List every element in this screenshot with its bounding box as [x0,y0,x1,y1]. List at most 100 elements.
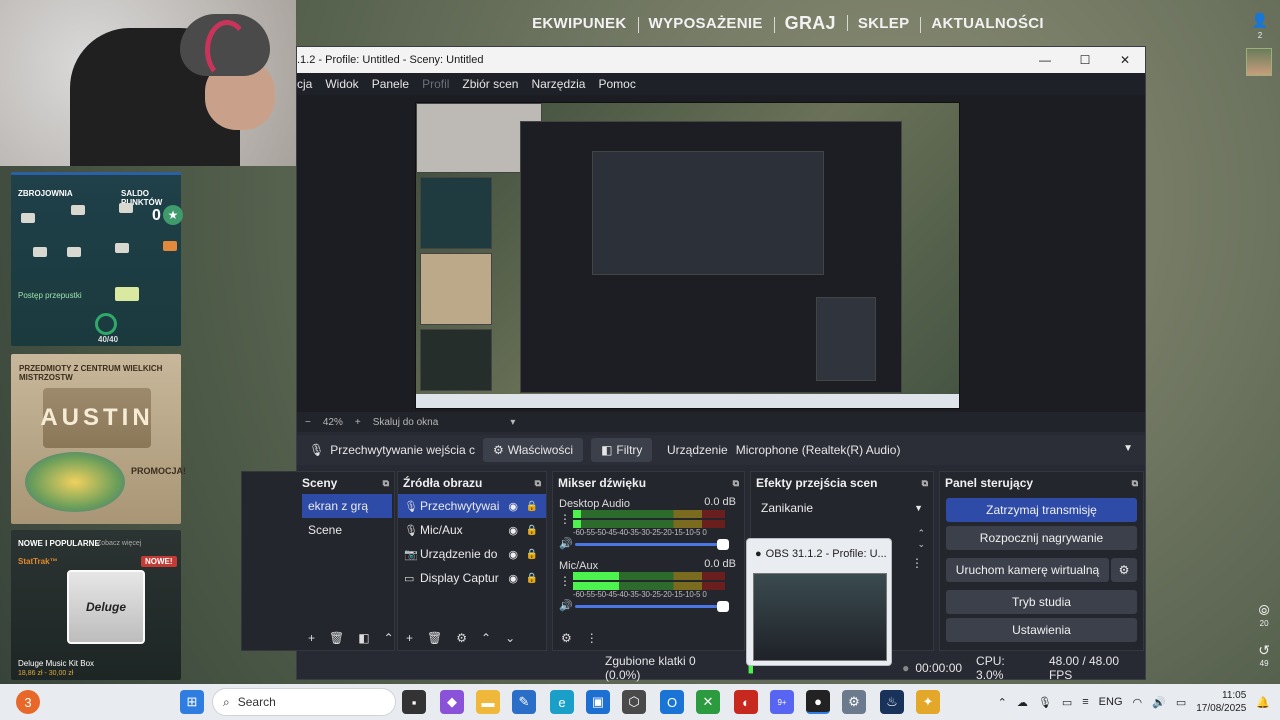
wifi-icon[interactable]: ◠ [1133,696,1143,709]
broadcast-icon[interactable]: ⦾ [1259,602,1270,619]
eye-icon[interactable]: ◉ [508,548,518,561]
windows-start-icon[interactable]: ⊞ [180,690,204,714]
eye-icon[interactable]: ◉ [508,572,518,585]
microphone-icon[interactable]: 🎙 [1038,696,1052,709]
stop-stream-button[interactable]: Zatrzymaj transmisję [946,498,1137,522]
trash-icon[interactable]: 🗑 [427,631,442,645]
see-more-link[interactable]: Zobacz więcej [97,540,141,547]
transition-select[interactable]: Zanikanie ▼ [755,496,929,520]
move-up-icon[interactable]: ⌃ [481,631,491,645]
preview-area[interactable] [297,95,1145,412]
maximize-icon[interactable]: ☐ [1065,47,1105,73]
app-icon[interactable]: ◐ [734,690,758,714]
kebab-icon[interactable]: ⋮ [586,631,598,645]
store-icon[interactable]: ▣ [586,690,610,714]
outlook-icon[interactable]: O [660,690,684,714]
major-promo-panel[interactable]: PRZEDMIOTY Z CENTRUM WIELKICH MISTRZOSTW… [11,354,186,524]
trash-icon[interactable]: 🗑 [329,631,344,645]
edge-icon[interactable]: e [550,690,574,714]
chevron-up-icon[interactable]: ⌃ [998,696,1007,709]
slider-knob[interactable] [717,601,729,612]
source-item[interactable]: 🎙 Mic/Aux ◉ 🔒 [398,518,546,542]
obs-window[interactable]: .1.2 - Profile: Untitled - Sceny: Untitl… [241,46,1146,682]
xbox-icon[interactable]: ✕ [696,690,720,714]
friends-indicator[interactable]: 👤 2 [1250,12,1270,40]
taskbar-thumbnail-popup[interactable]: ● OBS 31.1.2 - Profile: U... [746,538,892,666]
virtual-camera-settings[interactable]: ⚙ [1111,558,1137,582]
add-icon[interactable]: + [406,631,413,645]
volume-slider-icon[interactable]: ≡ [1082,696,1088,708]
new-popular-panel[interactable]: NOWE I POPULARNE Zobacz więcej StatTrak™… [11,530,181,680]
minimize-icon[interactable]: — [1025,47,1065,73]
filters-button[interactable]: ◧ Filtry [591,438,653,462]
speaker-icon[interactable]: 🔊 [559,599,573,612]
properties-button[interactable]: ⚙ Właściwości [482,438,584,462]
menu-scene-collection[interactable]: Zbiór scen [462,77,518,91]
cloud-icon[interactable]: ☁ [1017,696,1028,709]
zoom-out-button[interactable]: − [305,417,311,428]
duration-stepper[interactable]: ⌃ ⌄ [917,528,925,550]
menu-tools[interactable]: Narzędzia [531,77,585,91]
undock-icon[interactable]: ⧉ [1132,478,1138,489]
thumbnail-preview[interactable] [753,573,887,661]
menu-profile[interactable]: Profil [422,77,449,91]
settings-icon[interactable]: ⚙ [842,690,866,714]
add-icon[interactable]: + [308,631,315,645]
kebab-icon[interactable]: ⋮ [911,556,923,570]
zoom-dropdown-icon[interactable]: ▾ [510,417,515,428]
speaker-icon[interactable]: 🔊 [1152,696,1166,709]
zoom-in-button[interactable]: + [355,417,361,428]
slider-knob[interactable] [717,539,729,550]
stepper-down-icon[interactable]: ⌄ [917,539,925,550]
game-icon[interactable]: ✦ [916,690,940,714]
undock-icon[interactable]: ⧉ [535,478,541,489]
close-icon[interactable]: ✕ [1105,47,1145,73]
studio-mode-button[interactable]: Tryb studia [946,590,1137,614]
nav-news[interactable]: AKTUALNOŚCI [920,15,1054,32]
lock-icon[interactable]: 🔒 [526,549,538,560]
obs-icon[interactable]: ● [806,690,830,714]
menu-docks[interactable]: Panele [372,77,409,91]
gear-icon[interactable]: ⚙ [456,631,467,645]
player-avatar[interactable] [1246,48,1272,76]
menu-edit[interactable]: cja [297,77,312,91]
lock-icon[interactable]: 🔒 [526,501,538,512]
zoom-mode[interactable]: Skaluj do okna [373,417,439,428]
source-item[interactable]: ▭ Display Captur ◉ 🔒 [398,566,546,590]
source-item[interactable]: 🎙 Przechwytywai ◉ 🔒 [398,494,546,518]
lock-icon[interactable]: 🔒 [526,573,538,584]
volume-slider[interactable] [575,539,729,550]
volume-slider[interactable] [575,601,729,612]
cube-icon[interactable]: ⬡ [622,690,646,714]
menu-help[interactable]: Pomoc [598,77,635,91]
steam-icon[interactable]: ♨ [880,690,904,714]
notification-bell-icon[interactable]: 🔔 [1256,696,1270,709]
copilot-icon[interactable]: ◆ [440,690,464,714]
scene-item[interactable]: Scene [302,518,394,542]
virtual-camera-button[interactable]: Uruchom kamerę wirtualną [946,558,1109,582]
folder-icon[interactable]: ▬ [476,690,500,714]
lock-icon[interactable]: 🔒 [526,525,538,536]
settings-button[interactable]: Ustawienia [946,618,1137,642]
obs-titlebar[interactable]: .1.2 - Profile: Untitled - Sceny: Untitl… [297,47,1145,73]
kebab-icon[interactable]: ⋮ [559,512,571,526]
gear-icon[interactable]: ⚙ [561,631,572,645]
stepper-up-icon[interactable]: ⌃ [917,528,925,539]
taskbar-search[interactable]: ⌕ Search [212,688,396,716]
stream-preview[interactable] [415,102,960,409]
move-down-icon[interactable]: ⌄ [505,631,515,645]
battery-icon[interactable]: ▭ [1176,696,1186,709]
discord-icon[interactable]: 9+ [770,690,794,714]
undock-icon[interactable]: ⧉ [922,478,928,489]
task-view-icon[interactable]: ▪ [402,690,426,714]
source-item[interactable]: 📷 Urządzenie do ◉ 🔒 [398,542,546,566]
undock-icon[interactable]: ⧉ [383,478,389,489]
kebab-icon[interactable]: ⋮ [559,574,571,588]
device-select[interactable]: Urządzenie Microphone (Realtek(R) Audio)… [663,438,1139,462]
pen-icon[interactable]: ✎ [512,690,536,714]
taskbar-clock[interactable]: 11:05 17/08/2025 [1196,689,1246,715]
undock-icon[interactable]: ⧉ [733,478,739,489]
language-indicator[interactable]: ENG [1099,696,1123,708]
eye-icon[interactable]: ◉ [508,524,518,537]
nav-store[interactable]: SKLEP [847,15,921,33]
